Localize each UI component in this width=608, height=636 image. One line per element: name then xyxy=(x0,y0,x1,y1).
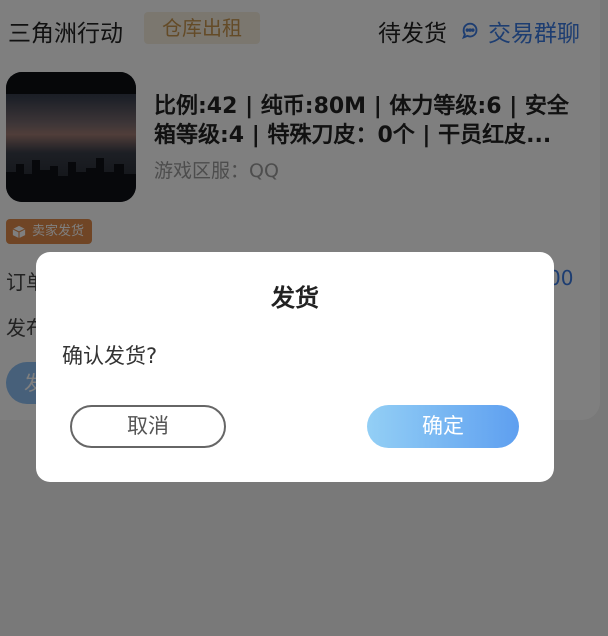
ship-confirm-dialog: 发货 确认发货? 取消 确定 xyxy=(36,252,554,482)
confirm-button[interactable]: 确定 xyxy=(367,405,519,448)
dialog-title: 发货 xyxy=(271,284,319,312)
dialog-message: 确认发货? xyxy=(62,344,158,368)
cancel-button[interactable]: 取消 xyxy=(70,405,226,448)
